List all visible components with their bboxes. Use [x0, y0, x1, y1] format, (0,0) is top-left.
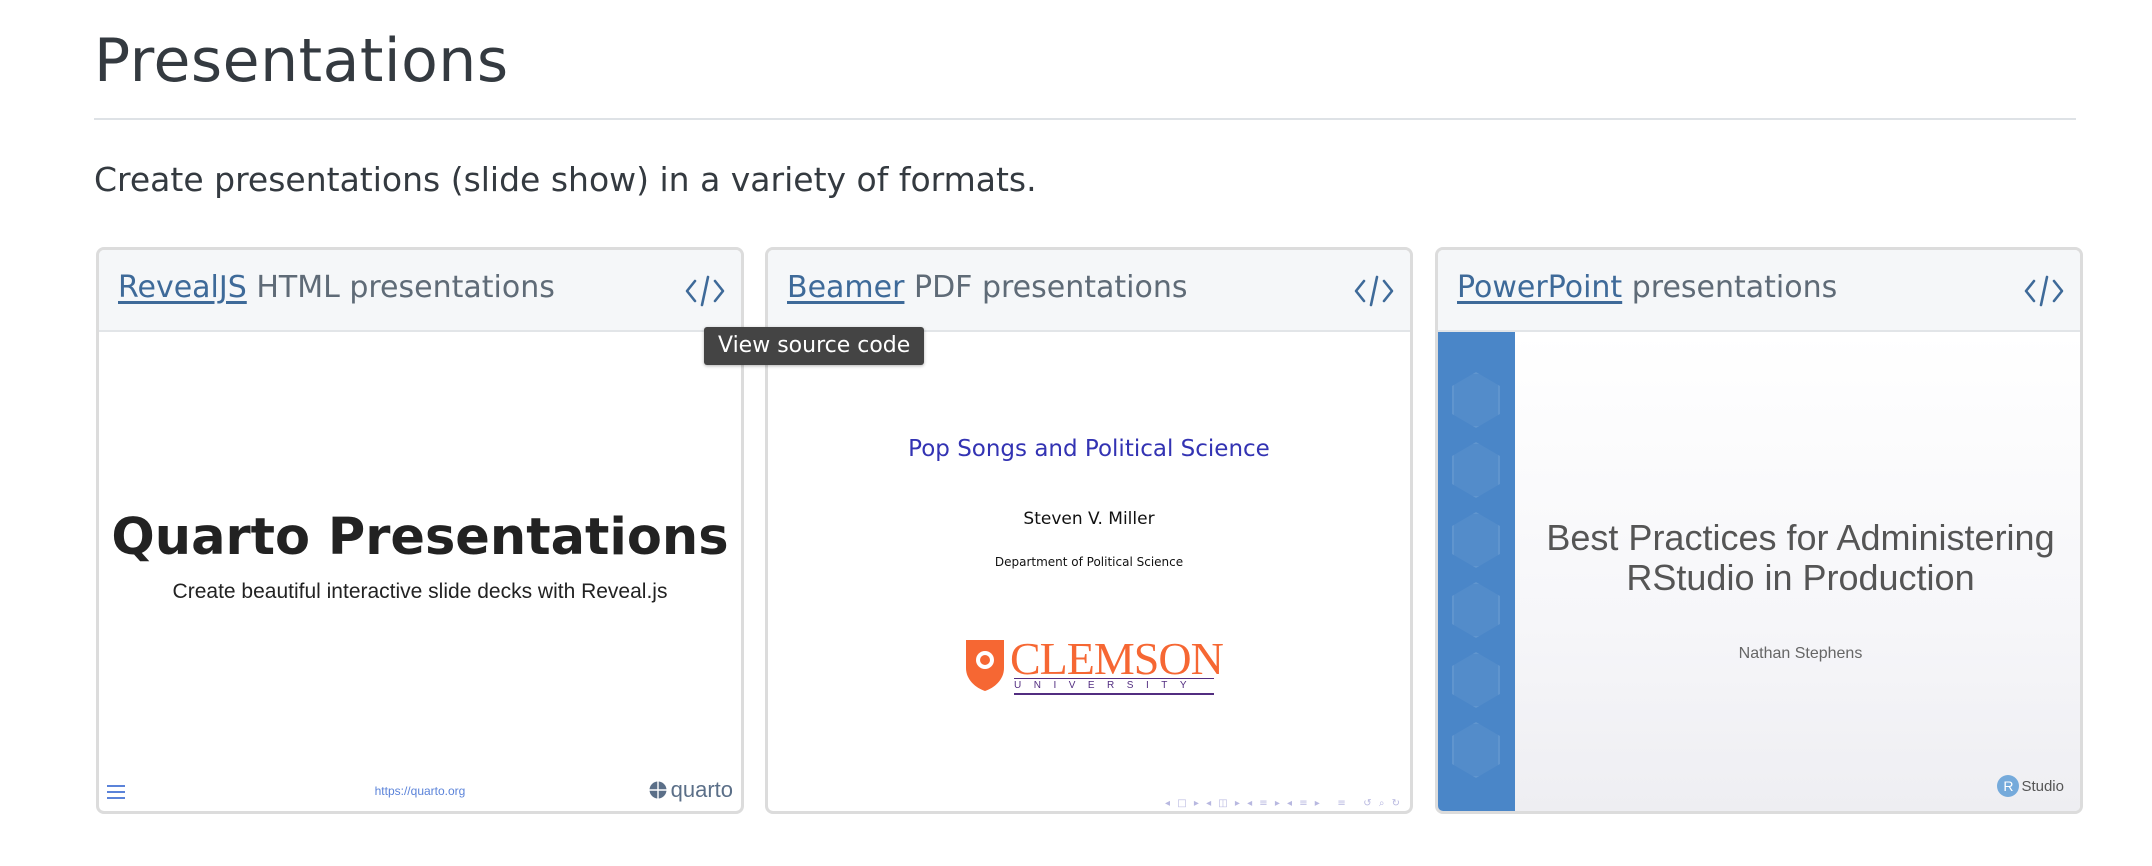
rstudio-logo: R Studio — [1997, 775, 2064, 797]
card-title: PowerPoint presentations — [1457, 270, 1837, 305]
slide-footer-url: https://quarto.org — [374, 784, 466, 798]
page-title: Presentations — [94, 26, 509, 96]
powerpoint-link[interactable]: PowerPoint — [1457, 270, 1622, 305]
beamer-thumbnail[interactable]: Pop Songs and Political Science Steven V… — [768, 332, 1410, 811]
clemson-shield-icon — [966, 640, 1004, 691]
card-title: Beamer PDF presentations — [787, 270, 1187, 305]
beamer-link[interactable]: Beamer — [787, 270, 904, 305]
card-title-rest: HTML presentations — [246, 270, 555, 305]
card-header: PowerPoint presentations — [1438, 250, 2080, 332]
slide-title: Best Practices for Administering RStudio… — [1515, 517, 2080, 598]
slide-author: Nathan Stephens — [1738, 645, 1863, 662]
slide-title: Pop Songs and Political Science — [908, 436, 1270, 462]
code-icon[interactable] — [1354, 274, 1394, 308]
powerpoint-thumbnail[interactable]: Best Practices for Administering RStudio… — [1438, 332, 2080, 811]
view-source-tooltip: View source code — [704, 327, 925, 365]
quarto-logo: quarto — [649, 777, 733, 803]
card-title: RevealJS HTML presentations — [118, 270, 555, 305]
clemson-logo: CLEMSON UNIVERSITY — [964, 633, 1224, 698]
quarto-logo-text: quarto — [670, 777, 733, 802]
slide-title-line: Best Practices for Administering — [1546, 517, 2055, 558]
quarto-logo-icon — [649, 781, 667, 799]
beamer-navigation-icons: ◂ □ ▸ ◂ ◫ ▸ ◂ ≡ ▸ ◂ ≡ ▸ ≡ ↺ ⌕ ↻ — [1165, 798, 1402, 809]
clemson-university-text: UNIVERSITY — [1014, 678, 1214, 695]
rstudio-logo-icon: R — [1997, 775, 2020, 797]
revealjs-thumbnail[interactable]: Quarto Presentations Create beautiful in… — [99, 332, 741, 811]
slide-author: Steven V. Miller — [1023, 509, 1155, 529]
code-icon[interactable] — [685, 274, 725, 308]
slide-title-line: RStudio in Production — [1626, 557, 1975, 598]
card-powerpoint: PowerPoint presentations Best Practices … — [1435, 247, 2083, 814]
card-title-rest: PDF presentations — [904, 270, 1188, 305]
revealjs-link[interactable]: RevealJS — [118, 270, 247, 305]
slide-side-stripe — [1438, 332, 1515, 811]
title-divider — [94, 118, 2076, 120]
card-revealjs: RevealJS HTML presentations Quarto Prese… — [96, 247, 744, 814]
slide-institution: Department of Political Science — [994, 555, 1184, 569]
page-lead: Create presentations (slide show) in a v… — [94, 160, 1037, 199]
code-icon[interactable] — [2024, 274, 2064, 308]
rstudio-logo-text: Studio — [2021, 777, 2064, 795]
slide-subtitle: Create beautiful interactive slide decks… — [172, 580, 668, 603]
slide-title: Quarto Presentations — [111, 508, 729, 567]
card-header: Beamer PDF presentations — [768, 250, 1410, 332]
card-title-rest: presentations — [1622, 270, 1838, 305]
card-header: RevealJS HTML presentations — [99, 250, 741, 332]
